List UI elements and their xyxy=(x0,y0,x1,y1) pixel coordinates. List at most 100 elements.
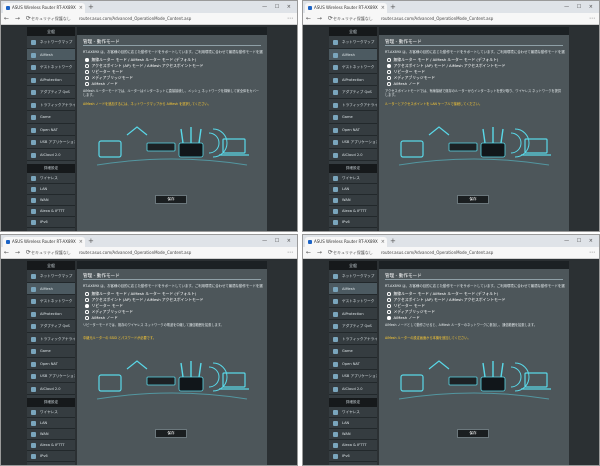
sidebar-item[interactable]: アダプティブ QoS xyxy=(27,320,75,333)
sidebar-item[interactable]: ゲストネットワーク xyxy=(329,295,377,308)
url-field[interactable]: router.asus.com/Advanced_OperationMode_C… xyxy=(381,250,493,256)
new-tab-button[interactable]: + xyxy=(88,3,94,12)
sidebar-item[interactable]: トラフィックアナライザー xyxy=(329,99,377,111)
apply-button[interactable]: 保存 xyxy=(155,429,187,438)
apply-button[interactable]: 保存 xyxy=(457,195,489,204)
radio-icon[interactable] xyxy=(85,298,89,302)
sidebar-item[interactable]: USB アプリケーション xyxy=(27,370,75,383)
sidebar-item[interactable]: Alexa & IFTTT xyxy=(27,206,75,217)
sidebar-item[interactable]: AiProtection xyxy=(27,74,75,86)
sidebar-item[interactable]: AiMesh xyxy=(329,48,377,61)
security-indicator[interactable]: セキュリティ保護なし xyxy=(31,250,71,256)
sidebar-item[interactable]: IPv6 xyxy=(27,451,75,462)
sidebar-item[interactable]: Alexa & IFTTT xyxy=(27,440,75,451)
mode-option[interactable]: AiMesh ノード xyxy=(85,315,203,321)
radio-icon[interactable] xyxy=(85,310,89,314)
sidebar-item[interactable]: アダプティブ QoS xyxy=(329,320,377,333)
sidebar-item[interactable]: AiCloud 2.0 xyxy=(329,383,377,395)
sidebar-item[interactable]: Game xyxy=(329,345,377,358)
tab-close-icon[interactable]: × xyxy=(381,3,385,13)
sidebar-item[interactable]: WAN xyxy=(27,195,75,206)
sidebar-item[interactable]: USB アプリケーション xyxy=(27,136,75,149)
sidebar-item[interactable]: ネットワークマップ xyxy=(329,36,377,49)
sidebar-item[interactable]: AiCloud 2.0 xyxy=(329,149,377,161)
browser-tab[interactable]: ASUS Wireless Router RT-AX89X × xyxy=(3,237,85,247)
sidebar-item[interactable]: AiMesh xyxy=(329,282,377,295)
security-indicator[interactable]: セキュリティ保護なし xyxy=(333,250,373,256)
sidebar-item[interactable]: Alexa & IFTTT xyxy=(329,206,377,217)
sidebar-item[interactable]: Open NAT xyxy=(329,358,377,370)
sidebar-item[interactable]: VPN xyxy=(27,228,75,231)
apply-button[interactable]: 保存 xyxy=(155,195,187,204)
url-field[interactable]: router.asus.com/Advanced_OperationMode_C… xyxy=(79,16,191,22)
sidebar-item[interactable]: ゲストネットワーク xyxy=(329,61,377,74)
sidebar-item[interactable]: LAN xyxy=(329,418,377,429)
nav-buttons[interactable]: ← → ⟳ xyxy=(4,248,33,258)
radio-icon[interactable] xyxy=(387,316,391,320)
sidebar-item[interactable]: IPv6 xyxy=(27,217,75,228)
sidebar-item[interactable]: AiProtection xyxy=(329,74,377,86)
radio-icon[interactable] xyxy=(387,298,391,302)
window-controls[interactable]: — ☐ × xyxy=(262,237,294,245)
sidebar-item[interactable]: LAN xyxy=(27,184,75,195)
browser-menu-icon[interactable]: ⋯ xyxy=(287,248,293,258)
radio-icon[interactable] xyxy=(387,76,391,80)
sidebar-item[interactable]: ワイヤレス xyxy=(27,407,75,418)
window-controls[interactable]: — ☐ × xyxy=(262,3,294,11)
window-controls[interactable]: — ☐ × xyxy=(564,237,596,245)
security-indicator[interactable]: セキュリティ保護なし xyxy=(31,16,71,22)
sidebar-item[interactable]: アダプティブ QoS xyxy=(329,86,377,99)
sidebar-item[interactable]: トラフィックアナライザー xyxy=(329,333,377,345)
radio-icon[interactable] xyxy=(387,310,391,314)
sidebar-item[interactable]: Game xyxy=(27,345,75,358)
sidebar-item[interactable]: トラフィックアナライザー xyxy=(27,99,75,111)
nav-buttons[interactable]: ← → ⟳ xyxy=(306,248,335,258)
sidebar-item[interactable]: WAN xyxy=(329,429,377,440)
window-controls[interactable]: — ☐ × xyxy=(564,3,596,11)
radio-icon[interactable] xyxy=(85,316,89,320)
radio-icon[interactable] xyxy=(387,64,391,68)
sidebar-item[interactable]: Open NAT xyxy=(27,358,75,370)
radio-icon[interactable] xyxy=(85,292,89,296)
radio-icon[interactable] xyxy=(85,76,89,80)
sidebar-item[interactable]: USB アプリケーション xyxy=(329,370,377,383)
browser-menu-icon[interactable]: ⋯ xyxy=(589,14,595,24)
radio-icon[interactable] xyxy=(387,58,391,62)
sidebar-item[interactable]: WAN xyxy=(329,195,377,206)
browser-tab[interactable]: ASUS Wireless Router RT-AX89X × xyxy=(3,3,85,13)
radio-icon[interactable] xyxy=(85,64,89,68)
mode-option[interactable]: AiMesh ノード xyxy=(387,81,505,87)
sidebar-item[interactable]: Game xyxy=(27,111,75,124)
tab-close-icon[interactable]: × xyxy=(79,237,83,247)
sidebar-item[interactable]: AiCloud 2.0 xyxy=(27,383,75,395)
radio-icon[interactable] xyxy=(85,304,89,308)
new-tab-button[interactable]: + xyxy=(88,237,94,246)
browser-tab[interactable]: ASUS Wireless Router RT-AX89X × xyxy=(305,237,387,247)
sidebar-item[interactable]: WAN xyxy=(27,429,75,440)
sidebar-item[interactable]: AiProtection xyxy=(27,308,75,320)
sidebar-item[interactable]: Open NAT xyxy=(329,124,377,136)
new-tab-button[interactable]: + xyxy=(390,3,396,12)
sidebar-item[interactable]: ワイヤレス xyxy=(329,407,377,418)
sidebar-item[interactable]: ワイヤレス xyxy=(27,173,75,184)
sidebar-item[interactable]: アダプティブ QoS xyxy=(27,86,75,99)
sidebar-item[interactable]: トラフィックアナライザー xyxy=(27,333,75,345)
radio-icon[interactable] xyxy=(85,70,89,74)
sidebar-item[interactable]: AiMesh xyxy=(27,282,75,295)
apply-button[interactable]: 保存 xyxy=(457,429,489,438)
sidebar-item[interactable]: ネットワークマップ xyxy=(27,270,75,283)
nav-buttons[interactable]: ← → ⟳ xyxy=(306,14,335,24)
new-tab-button[interactable]: + xyxy=(390,237,396,246)
nav-buttons[interactable]: ← → ⟳ xyxy=(4,14,33,24)
radio-icon[interactable] xyxy=(387,82,391,86)
url-field[interactable]: router.asus.com/Advanced_OperationMode_C… xyxy=(381,16,493,22)
sidebar-item[interactable]: LAN xyxy=(27,418,75,429)
sidebar-item[interactable]: Alexa & IFTTT xyxy=(329,440,377,451)
radio-icon[interactable] xyxy=(387,304,391,308)
browser-tab[interactable]: ASUS Wireless Router RT-AX89X × xyxy=(305,3,387,13)
radio-icon[interactable] xyxy=(85,58,89,62)
radio-icon[interactable] xyxy=(387,292,391,296)
browser-menu-icon[interactable]: ⋯ xyxy=(287,14,293,24)
sidebar-item[interactable]: VPN xyxy=(27,462,75,465)
mode-option[interactable]: AiMesh ノード xyxy=(85,81,203,87)
